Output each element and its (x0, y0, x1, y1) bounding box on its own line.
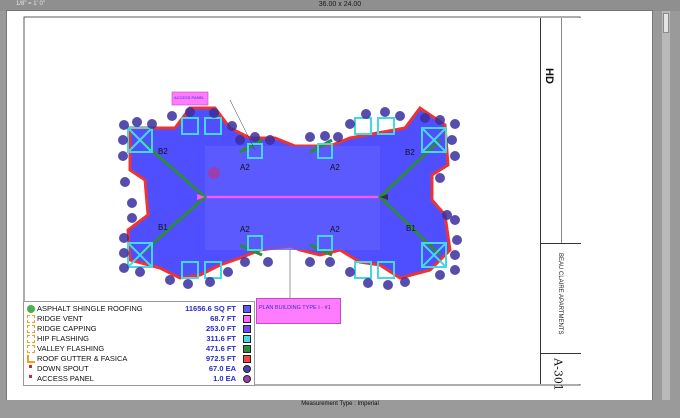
legend-row[interactable]: DOWN SPOUT 67.0 EA (24, 364, 256, 374)
legend-row[interactable]: RIDGE CAPPING 253.0 FT (24, 324, 256, 334)
legend-swatch (243, 315, 251, 323)
unit-label: B2 (405, 148, 415, 157)
hip-flashing-icon (27, 335, 35, 343)
legend-swatch (243, 345, 251, 353)
legend-swatch (243, 355, 251, 363)
sheet-number: A-301 (551, 358, 565, 391)
titleblock-divider (561, 18, 562, 243)
down-spout-icon (29, 365, 32, 373)
ridge-cap-icon (27, 325, 35, 333)
access-panel-marker (208, 167, 220, 179)
legend-row[interactable]: ROOF GUTTER & FASICA 972.5 FT (24, 354, 256, 364)
access-panel-tag-label: ACCESS PANEL (174, 95, 205, 100)
unit-label: B1 (406, 224, 416, 233)
roof-outline (126, 105, 452, 280)
legend-swatch (243, 335, 251, 343)
project-name: BEAU CLAIRE APARTMENTS (557, 253, 563, 335)
legend-row[interactable]: HIP FLASHING 311.6 FT (24, 334, 256, 344)
legend-row[interactable]: ACCESS PANEL 1.0 EA (24, 374, 256, 384)
unit-label: B1 (158, 223, 168, 232)
unit-label: A2 (240, 225, 250, 234)
unit-label: A2 (240, 163, 250, 172)
plan-building-tag[interactable]: PLAN BUILDING TYPE I - #1 (256, 298, 341, 324)
ridge-vent-icon (27, 315, 35, 323)
titleblock-divider (541, 243, 581, 244)
vertical-scrollbar[interactable] (662, 11, 670, 400)
legend-swatch (243, 305, 251, 313)
takeoff-legend: ASPHALT SHINGLE ROOFING 11656.6 SQ FT RI… (23, 301, 255, 386)
legend-swatch (243, 365, 251, 373)
legend-row[interactable]: VALLEY FLASHING 471.6 FT (24, 344, 256, 354)
unit-label: B2 (158, 147, 168, 156)
legend-row[interactable]: RIDGE VENT 68.7 FT (24, 314, 256, 324)
legend-swatch (243, 375, 251, 383)
measurement-type-label: Measurement Type : Imperial (301, 401, 379, 407)
firm-logo: HD (542, 68, 555, 84)
shingle-icon (27, 305, 35, 313)
legend-swatch (243, 325, 251, 333)
valley-flashing-icon (27, 345, 35, 353)
unit-label: A2 (330, 163, 340, 172)
access-panel-icon (29, 375, 32, 383)
unit-label: A2 (330, 225, 340, 234)
legend-row[interactable]: ASPHALT SHINGLE ROOFING 11656.6 SQ FT (24, 304, 256, 314)
gutter-icon (27, 355, 35, 363)
scrollbar-thumb[interactable] (663, 13, 669, 33)
